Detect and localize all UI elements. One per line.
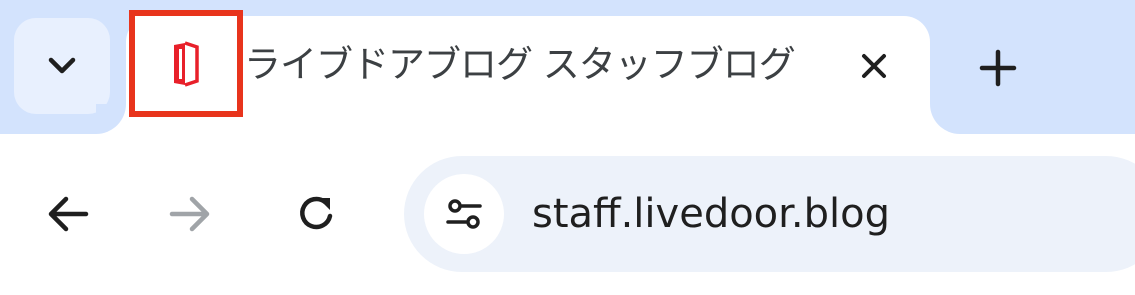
forward-button[interactable] <box>162 186 218 242</box>
back-button[interactable] <box>40 186 96 242</box>
arrow-right-icon <box>169 196 210 232</box>
toolbar: staff.livedoor.blog <box>0 134 1135 295</box>
address-bar[interactable]: staff.livedoor.blog <box>404 156 1135 272</box>
tune-icon <box>446 199 482 229</box>
plus-icon <box>979 49 1017 87</box>
reload-icon <box>300 196 333 230</box>
arrow-left-icon <box>48 196 89 232</box>
tab-strip: ライブドアブログ スタッフブログ <box>0 0 1135 134</box>
tab-title: ライブドアブログ スタッフブログ <box>244 43 796 86</box>
tab-corner-left <box>96 104 126 134</box>
livedoor-blog-icon <box>174 40 199 87</box>
browser-window: ライブドアブログ スタッフブログ staff.livedoor.blog <box>0 0 1135 295</box>
new-tab-button[interactable] <box>970 40 1026 96</box>
reload-button[interactable] <box>288 186 344 242</box>
tab-close-button[interactable] <box>848 40 900 92</box>
url-text[interactable]: staff.livedoor.blog <box>532 189 890 239</box>
tab-corner-right <box>930 104 960 134</box>
favicon-highlight-box <box>129 10 243 117</box>
tab-search-button[interactable] <box>14 18 110 114</box>
close-icon <box>862 54 886 78</box>
chevron-down-icon <box>48 57 76 74</box>
site-info-button[interactable] <box>424 174 504 254</box>
